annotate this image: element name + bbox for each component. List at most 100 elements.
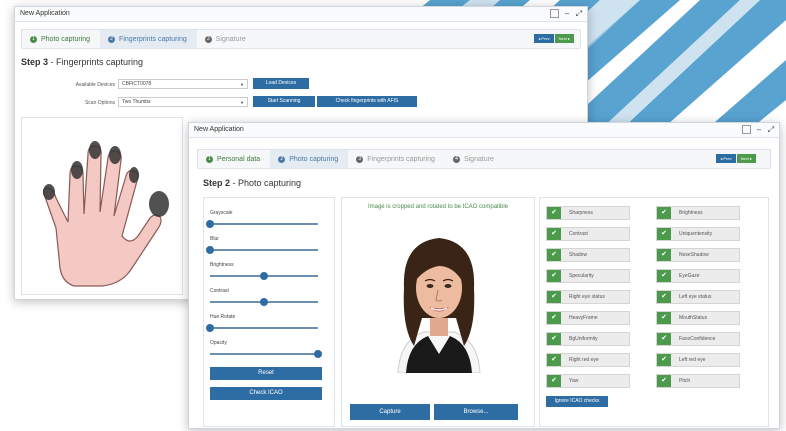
check-icao-button[interactable]: Check ICAO xyxy=(210,387,322,400)
slider-handle[interactable] xyxy=(314,350,322,358)
checkmark-icon: ✔ xyxy=(547,333,561,345)
window-title: New Application xyxy=(194,126,244,133)
wizard-step-label: Photo capturing xyxy=(41,35,91,43)
checkmark-icon: ✔ xyxy=(657,333,671,345)
checkmark-icon: ✔ xyxy=(657,249,671,261)
icao-check-item: ✔ Yaw xyxy=(546,374,630,388)
slider-label: Hue Rotate xyxy=(210,314,236,320)
prev-label: Prev xyxy=(541,36,550,41)
checkmark-icon: ✔ xyxy=(547,354,561,366)
wizard-step-fingerprints[interactable]: 2 Fingerprints capturing xyxy=(100,30,197,48)
reset-button[interactable]: Reset xyxy=(210,367,322,380)
icao-check-label: Contrast xyxy=(569,231,588,237)
expand-icon[interactable]: ⤢ xyxy=(575,9,583,18)
icao-check-label: Uniquentensity xyxy=(679,231,713,237)
hand-illustration xyxy=(42,141,169,287)
devices-label: Available Devices xyxy=(75,82,115,88)
window-title-bar: New Application – ⤢ xyxy=(189,123,779,138)
icao-check-label: HeavyFrame xyxy=(569,315,598,321)
slider-track[interactable] xyxy=(210,249,318,251)
slider-handle[interactable] xyxy=(260,298,268,306)
icao-check-item: ✔ Uniquentensity xyxy=(656,227,740,241)
slider-handle[interactable] xyxy=(206,246,214,254)
wizard-step-signature[interactable]: 3 Signature xyxy=(197,30,256,48)
icao-check-item: ✔ EyeGaze xyxy=(656,269,740,283)
expand-icon[interactable]: ⤢ xyxy=(767,125,775,134)
checkmark-icon: ✔ xyxy=(547,270,561,282)
wizard-step-fingerprints[interactable]: 3 Fingerprints capturing xyxy=(348,150,445,168)
step-number-icon: 2 xyxy=(278,155,286,163)
icao-check-label: Shadow xyxy=(569,252,588,258)
icao-check-item: ✔ Sharpness xyxy=(546,206,630,220)
icao-check-label: Specularity xyxy=(569,273,594,279)
start-scanning-button[interactable]: Start Scanning xyxy=(253,96,315,107)
icao-check-item: ✔ Left eye status xyxy=(656,290,740,304)
slider-track[interactable] xyxy=(210,353,318,355)
slider-label: Brightness xyxy=(210,262,234,268)
minimize-icon[interactable]: – xyxy=(755,125,763,134)
checkmark-icon: ✔ xyxy=(657,270,671,282)
icao-check-label: Left red eye xyxy=(679,357,706,363)
slider-track[interactable] xyxy=(210,223,318,225)
checkmark-icon: ✔ xyxy=(657,207,671,219)
window-title-bar: New Application – ⤢ xyxy=(15,7,587,22)
slider-track[interactable] xyxy=(210,327,318,329)
slider-label: Contrast xyxy=(210,288,229,294)
ignore-icao-button[interactable]: Ignore ICAO checks xyxy=(546,396,608,407)
slider-handle[interactable] xyxy=(206,220,214,228)
wizard-step-label: Fingerprints capturing xyxy=(367,155,435,163)
maximize-box-icon[interactable] xyxy=(550,9,559,18)
icao-check-item: ✔ BgUniformity xyxy=(546,332,630,346)
page-title: Step 2 - Photo capturing xyxy=(203,178,301,188)
slider-handle[interactable] xyxy=(260,272,268,280)
wizard-step-label: Photo capturing xyxy=(289,155,339,163)
checkmark-icon: ✔ xyxy=(547,291,561,303)
prev-label: Prev xyxy=(723,156,732,161)
slider-label: Opacity xyxy=(210,340,227,346)
step-number-icon: 1 xyxy=(206,155,213,163)
wizard-breadcrumb: 1 Photo capturing 2 Fingerprints capturing… xyxy=(21,29,581,49)
scan-options-select[interactable]: Two Thumbs ▼ xyxy=(118,97,248,107)
scan-options-value: Two Thumbs xyxy=(122,99,151,105)
checkmark-icon: ✔ xyxy=(547,312,561,324)
capture-button[interactable]: Capture xyxy=(350,404,430,420)
prev-button[interactable]: ◂ Prev xyxy=(534,34,554,43)
wizard-step-signature[interactable]: 4 Signature xyxy=(445,150,504,168)
wizard-step-label: Signature xyxy=(215,35,246,43)
front-window: New Application – ⤢ 1 Personal data 2 Phot… xyxy=(188,122,780,429)
checkmark-icon: ✔ xyxy=(657,354,671,366)
devices-select[interactable]: CBFICT0078 ▼ xyxy=(118,79,248,89)
wizard-step-photo[interactable]: 1 Photo capturing xyxy=(22,30,100,48)
window-title: New Application xyxy=(20,10,70,17)
icao-check-item: ✔ Specularity xyxy=(546,269,630,283)
step-number-icon: 4 xyxy=(452,155,460,163)
wizard-step-personal-data[interactable]: 1 Personal data xyxy=(198,150,270,168)
adjustments-panel: Grayscale Blur Brightness Contrast Hue Rotat… xyxy=(203,197,335,427)
wizard-step-label: Fingerprints capturing xyxy=(119,35,187,43)
browse-button[interactable]: Browse... xyxy=(434,404,518,420)
next-button[interactable]: Next ▸ xyxy=(554,34,574,43)
checkmark-icon: ✔ xyxy=(547,228,561,240)
icao-check-label: EyeGaze xyxy=(679,273,700,279)
icao-check-label: Right eye status xyxy=(569,294,605,300)
step-number-icon: 1 xyxy=(30,35,37,43)
wizard-step-photo[interactable]: 2 Photo capturing xyxy=(270,150,349,168)
slider-handle[interactable] xyxy=(206,324,214,332)
checkmark-icon: ✔ xyxy=(657,228,671,240)
icao-check-item: ✔ Brightness xyxy=(656,206,740,220)
step-number: Step 2 xyxy=(203,178,231,188)
minimize-icon[interactable]: – xyxy=(563,9,571,18)
icao-check-label: MouthStatus xyxy=(679,315,708,321)
scan-options-label: Scan Options xyxy=(84,100,115,106)
icao-check-item: ✔ Right red eye xyxy=(546,353,630,367)
wizard-step-label: Personal data xyxy=(217,155,261,163)
prev-button[interactable]: ◂ Prev xyxy=(716,154,736,163)
load-devices-button[interactable]: Load Devices xyxy=(253,78,309,89)
next-label: Next xyxy=(740,156,749,161)
next-button[interactable]: Next ▸ xyxy=(736,154,756,163)
maximize-box-icon[interactable] xyxy=(742,125,751,134)
check-afis-button[interactable]: Check fingerprints with AFIS xyxy=(317,96,417,107)
checkmark-icon: ✔ xyxy=(657,291,671,303)
icao-check-label: Pitch xyxy=(679,378,691,384)
step-number-icon: 3 xyxy=(204,35,212,43)
